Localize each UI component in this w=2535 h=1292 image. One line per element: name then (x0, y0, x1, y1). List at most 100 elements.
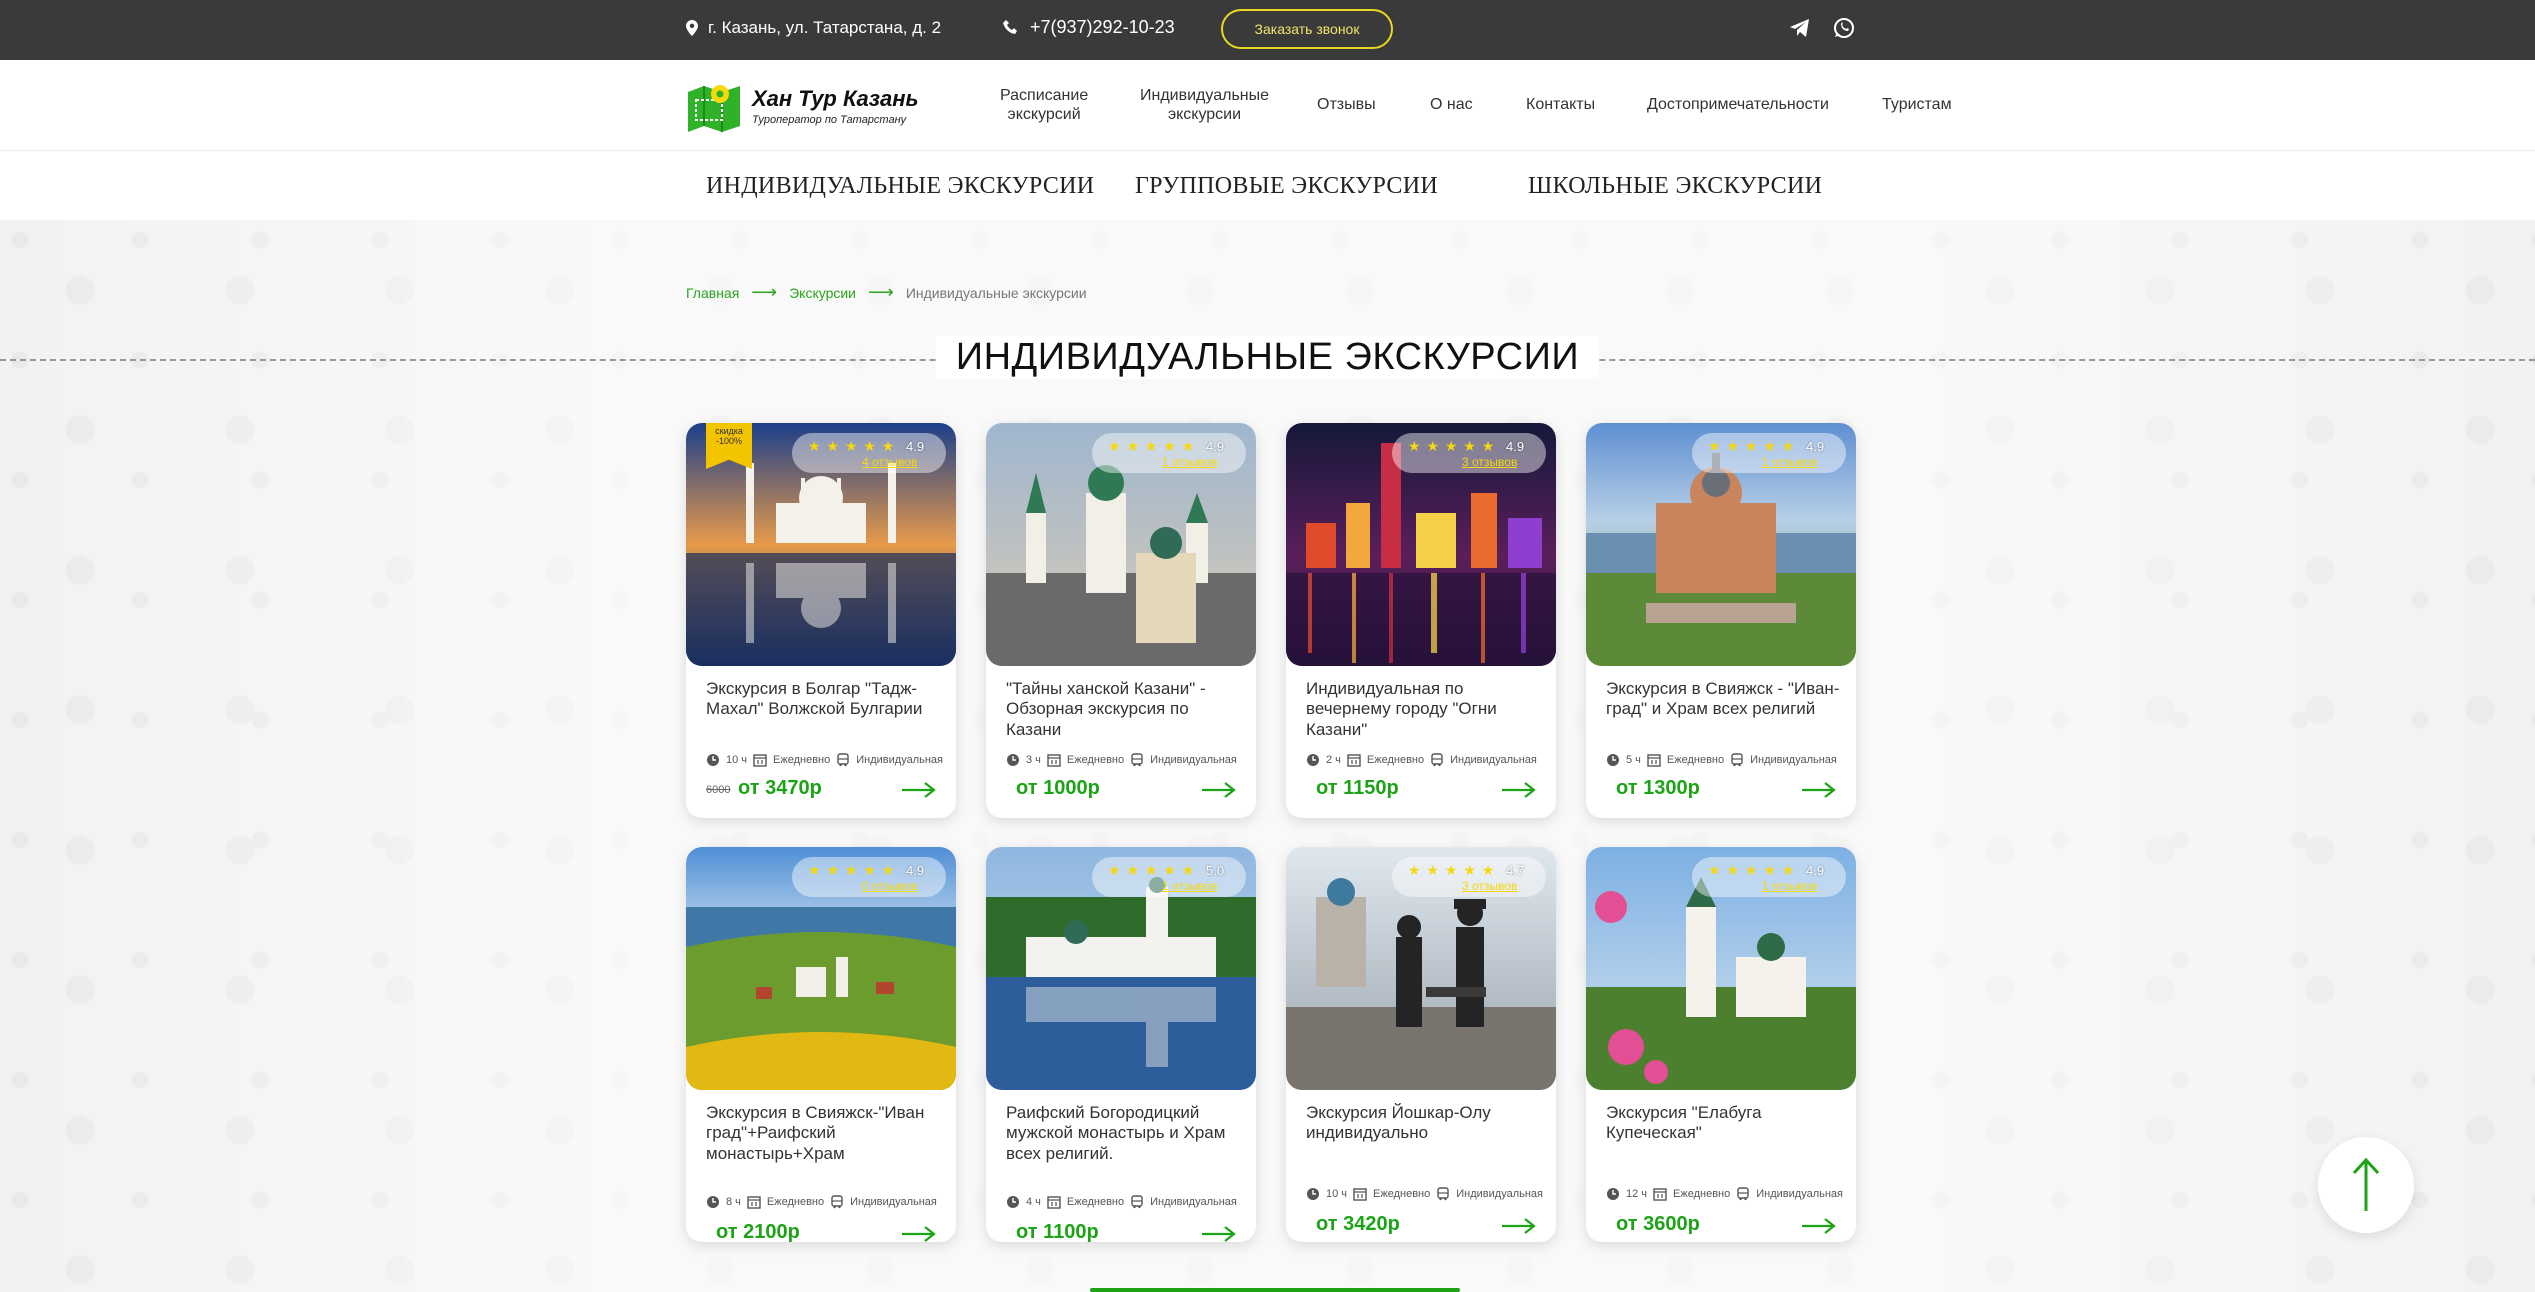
nav-item-about[interactable]: О нас (1430, 95, 1473, 114)
arrow-right-icon[interactable] (1202, 781, 1236, 799)
reviews-link[interactable]: 3 отзывов (1462, 455, 1517, 469)
clock-icon (1007, 1196, 1019, 1208)
clock-icon (1307, 754, 1319, 766)
logo-subtitle: Туроператор по Татарстану (752, 114, 907, 126)
calendar-icon (747, 1196, 761, 1209)
arrow-right-icon[interactable] (1502, 781, 1536, 799)
scroll-top-button[interactable] (2318, 1137, 2414, 1233)
rating-pill: ★ ★ ★ ★ ★ 4.9 1 отзывов (1692, 857, 1846, 897)
arrow-right-icon[interactable] (1802, 781, 1836, 799)
topbar: г. Казань, ул. Татарстана, д. 2 +7(937)2… (0, 0, 2535, 60)
clock-icon (707, 1196, 719, 1208)
schedule: Ежедневно (1366, 754, 1425, 766)
tour-title[interactable]: Экскурсия "Елабуга Купеческая" (1606, 1103, 1841, 1144)
nav-item-contacts[interactable]: Контакты (1526, 95, 1595, 114)
tour-title[interactable]: Раифский Богородицкий мужской монастырь … (1006, 1103, 1241, 1164)
reviews-link[interactable]: 1 отзывов (1162, 879, 1217, 893)
stars-icon: ★ ★ ★ ★ ★ (1108, 438, 1196, 454)
schedule: Ежедневно (766, 1196, 825, 1208)
tour-type: Индивидуальная (1756, 1188, 1843, 1200)
price: от 3470р (738, 777, 822, 799)
tour-card[interactable]: ★ ★ ★ ★ ★ 5.0 1 отзывов Раифский Богородицк… (986, 847, 1256, 1242)
tour-title[interactable]: Экскурсия в Свияжск - "Иван-град" и Храм… (1606, 679, 1841, 720)
tour-card[interactable]: ★ ★ ★ ★ ★ 4.9 1 отзывов "Тайны ханской Каза… (986, 423, 1256, 818)
tour-type: Индивидуальная (856, 754, 943, 766)
arrow-right-icon[interactable] (1502, 1217, 1536, 1235)
doodle-background (0, 220, 2535, 1292)
tour-type: Индивидуальная (1456, 1188, 1543, 1200)
calendar-icon (1347, 754, 1361, 767)
tour-meta: 5 ч Ежедневно Индивидуальная (1606, 753, 1837, 767)
calendar-icon (1647, 754, 1661, 767)
tour-meta: 3 ч Ежедневно Индивидуальная (1006, 753, 1237, 767)
arrow-right-icon[interactable] (1202, 1225, 1236, 1242)
rating-pill: ★ ★ ★ ★ ★ 4.9 4 отзывов (792, 433, 946, 473)
bus-icon (1437, 1187, 1449, 1201)
phone-icon (1003, 19, 1017, 34)
category-school[interactable]: ШКОЛЬНЫЕ ЭКСКУРСИИ (1528, 173, 1822, 200)
nav-item-reviews[interactable]: Отзывы (1317, 95, 1376, 114)
arrow-right-icon[interactable] (902, 781, 936, 799)
nav-item-schedule[interactable]: Расписание экскурсий (1000, 86, 1088, 124)
reviews-link[interactable]: 1 отзывов (1162, 455, 1217, 469)
stars-icon: ★ ★ ★ ★ ★ (1108, 862, 1196, 878)
whatsapp-icon[interactable] (1832, 16, 1856, 40)
rating-pill: ★ ★ ★ ★ ★ 4.7 3 отзывов (1392, 857, 1546, 897)
phone-number[interactable]: +7(937)292-10-23 (1030, 17, 1175, 38)
tour-title[interactable]: "Тайны ханской Казани" - Обзорная экскур… (1006, 679, 1241, 740)
phone[interactable]: +7(937)292-10-23 (1002, 17, 1175, 38)
category-bar: ИНДИВИДУАЛЬНЫЕ ЭКСКУРСИИ ГРУППОВЫЕ ЭКСКУ… (0, 150, 2535, 220)
rating-value: 4.9 (906, 863, 925, 878)
tour-card[interactable]: скидка -100% ★ ★ ★ ★ ★ 4.9 4 отзывов Экскурси… (686, 423, 956, 818)
nav-item-tourists[interactable]: Туристам (1882, 95, 1952, 114)
duration: 10 ч (1326, 1188, 1348, 1200)
schedule: Ежедневно (1666, 754, 1725, 766)
callback-button[interactable]: Заказать звонок (1221, 9, 1393, 49)
reviews-link[interactable]: 0 отзывов (862, 879, 917, 893)
nav-item-sights[interactable]: Достопримечательности (1647, 95, 1829, 114)
duration: 4 ч (1026, 1196, 1041, 1208)
bus-icon (1131, 753, 1143, 767)
category-group[interactable]: ГРУППОВЫЕ ЭКСКУРСИИ (1135, 173, 1438, 200)
bus-icon (1131, 1195, 1143, 1209)
category-individual[interactable]: ИНДИВИДУАЛЬНЫЕ ЭКСКУРСИИ (706, 173, 1094, 200)
tour-type: Индивидуальная (850, 1196, 937, 1208)
tour-card[interactable]: ★ ★ ★ ★ ★ 4.7 3 отзывов Экскурсия Йошкар-Ол… (1286, 847, 1556, 1242)
tour-card[interactable]: ★ ★ ★ ★ ★ 4.9 1 отзывов Экскурсия "Елабуга … (1586, 847, 1856, 1242)
tour-card[interactable]: ★ ★ ★ ★ ★ 4.9 1 отзывов Экскурсия в Свияжск… (1586, 423, 1856, 818)
tour-card[interactable]: ★ ★ ★ ★ ★ 4.9 0 отзывов Экскурсия в Свияжск… (686, 847, 956, 1242)
schedule: Ежедневно (1673, 1188, 1731, 1200)
tour-meta: 10 ч Ежедневно Индивидуальная (706, 753, 943, 767)
logo-title: Хан Тур Казань (752, 86, 919, 111)
stars-icon: ★ ★ ★ ★ ★ (1708, 862, 1796, 878)
breadcrumb-section[interactable]: Экскурсии (789, 285, 856, 301)
arrow-right-icon[interactable] (1802, 1217, 1836, 1235)
breadcrumb-current: Индивидуальные экскурсии (905, 284, 1087, 301)
tour-meta: 2 ч Ежедневно Индивидуальная (1306, 753, 1537, 767)
tour-title[interactable]: Индивидуальная по вечернему городу "Огни… (1306, 679, 1541, 740)
reviews-link[interactable]: 1 отзывов (1762, 879, 1817, 893)
reviews-link[interactable]: 3 отзывов (1462, 879, 1517, 893)
tour-meta: 10 ч Ежедневно Индивидуальная (1306, 1187, 1543, 1201)
tour-meta: 4 ч Ежедневно Индивидуальная (1006, 1195, 1237, 1209)
bus-icon (831, 1195, 843, 1209)
bus-icon (1731, 753, 1743, 767)
show-more-button[interactable] (1090, 1288, 1460, 1292)
arrow-right-icon[interactable] (902, 1225, 936, 1242)
reviews-link[interactable]: 4 отзывов (862, 455, 917, 469)
breadcrumb-home[interactable]: Главная (686, 285, 739, 301)
tour-card[interactable]: ★ ★ ★ ★ ★ 4.9 3 отзывов Индивидуальная по в… (1286, 423, 1556, 818)
tour-title[interactable]: Экскурсия в Свияжск-"Иван град"+Раифский… (706, 1103, 941, 1164)
nav-label: экскурсий (1007, 106, 1081, 124)
duration: 8 ч (726, 1196, 741, 1208)
nav-item-individual[interactable]: Индивидуальные экскурсии (1140, 86, 1269, 124)
tour-title[interactable]: Экскурсия Йошкар-Олу индивидуально (1306, 1103, 1541, 1144)
schedule: Ежедневно (1373, 1188, 1431, 1200)
logo[interactable]: Хан Тур Казань Туроператор по Татарстану (686, 82, 919, 132)
arrow-right-icon: ⟶ (868, 282, 894, 302)
schedule: Ежедневно (773, 754, 831, 766)
tour-title[interactable]: Экскурсия в Болгар "Тадж-Махал" Волжской… (706, 679, 941, 720)
reviews-link[interactable]: 1 отзывов (1762, 455, 1817, 469)
rating-pill: ★ ★ ★ ★ ★ 4.9 3 отзывов (1392, 433, 1546, 473)
telegram-icon[interactable] (1788, 16, 1812, 40)
